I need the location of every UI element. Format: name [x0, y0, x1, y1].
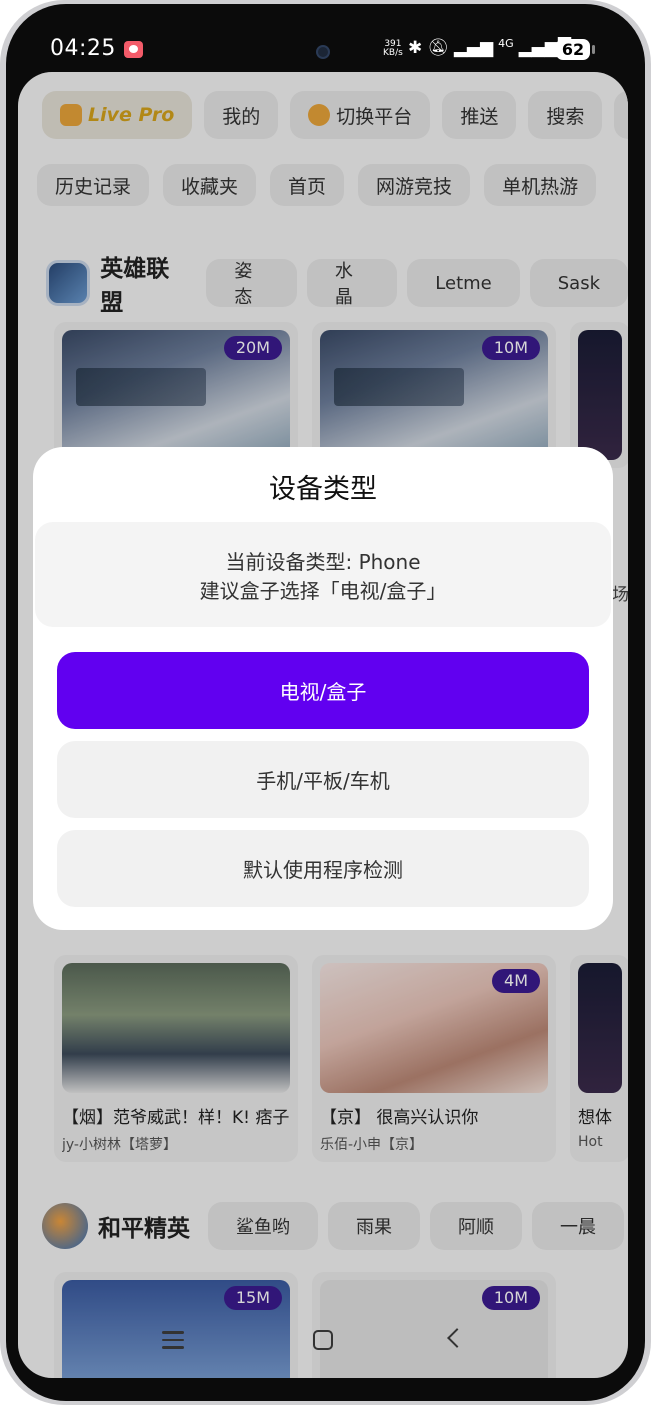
search-chip[interactable]: 搜索 — [528, 91, 603, 139]
stream-thumbnail — [62, 963, 290, 1093]
lol-tag-4[interactable]: Sask — [529, 259, 628, 307]
streamer-name: Hot — [578, 1134, 603, 1150]
pubg-cards: 15M 10M — [54, 1272, 556, 1378]
stream-card[interactable]: 想体 Hot — [570, 955, 628, 1162]
live-pro-label: Live Pro — [88, 104, 175, 126]
category-online-games[interactable]: 网游竞技 — [358, 164, 471, 206]
dialog-title: 设备类型 — [269, 474, 377, 505]
battery-indicator: 62 — [556, 39, 595, 60]
streamer-name: 乐佰-小申【京】 — [320, 1137, 424, 1153]
notification-app-icon — [124, 41, 143, 58]
category-home[interactable]: 首页 — [270, 164, 345, 206]
stream-title: 【京】 很高兴认识你 — [320, 1108, 479, 1128]
push-chip[interactable]: 推送 — [442, 91, 517, 139]
bluetooth-icon: ✱ — [408, 38, 423, 58]
pubg-tag-4[interactable]: 一晨 — [532, 1202, 624, 1250]
viewer-badge: 10M — [481, 336, 540, 360]
option-phone-tablet-car-button[interactable]: 手机/平板/车机 — [57, 741, 589, 818]
net-speed-unit: KB/s — [383, 48, 403, 58]
category-favorites[interactable]: 收藏夹 — [163, 164, 257, 206]
stream-title: 想体 — [578, 1108, 612, 1128]
lol-logo-icon — [46, 260, 91, 306]
device-type-dialog: 设备类型 当前设备类型: Phone 建议盒子选择「电视/盒子」 电视/盒子 手… — [33, 447, 613, 930]
category-single-games[interactable]: 单机热游 — [484, 164, 597, 206]
option-tv-box-button[interactable]: 电视/盒子 — [57, 652, 589, 729]
stream-card[interactable]: 15M — [54, 1272, 298, 1378]
option-auto-detect-button[interactable]: 默认使用程序检测 — [57, 830, 589, 907]
network-type: 4G — [498, 36, 514, 50]
pubg-logo-icon — [42, 1203, 88, 1249]
stream-thumbnail: 10M — [320, 1280, 548, 1378]
entertainment-cards: 【烟】范爷威武！样！K! 痞子 jy-小树林【塔萝】 4M 【京】 很高兴认识你… — [54, 955, 628, 1162]
switch-platform-label: 切换平台 — [336, 105, 413, 128]
stream-title: 【烟】范爷威武！样！K! 痞子 — [62, 1108, 290, 1128]
net-speed: 391 KB/s — [383, 40, 403, 58]
pubg-section-title: 和平精英 — [98, 1216, 190, 1242]
streamer-name: jy-小树林【塔萝】 — [62, 1137, 177, 1153]
switch-platform-chip[interactable]: 切换平台 — [290, 91, 431, 139]
stream-thumbnail: 15M — [62, 1280, 290, 1378]
status-time: 04:25 — [50, 36, 116, 61]
lol-section-title: 英雄联盟 — [100, 256, 170, 316]
viewer-badge: 4M — [492, 969, 540, 993]
dialog-message-line1: 当前设备类型: Phone — [225, 550, 421, 574]
recent-apps-button[interactable] — [162, 1331, 184, 1349]
crown-icon — [60, 104, 82, 126]
dialog-message-line2: 建议盒子选择「电视/盒子」 — [199, 579, 447, 603]
front-camera — [316, 45, 330, 59]
stream-thumbnail — [578, 963, 622, 1093]
pubg-tag-2[interactable]: 雨果 — [328, 1202, 420, 1250]
viewer-badge: 20M — [223, 336, 282, 360]
viewer-badge: 15M — [223, 1286, 282, 1310]
dialog-message: 当前设备类型: Phone 建议盒子选择「电视/盒子」 — [35, 522, 611, 627]
category-row: 历史记录 收藏夹 首页 网游竞技 单机热游 — [37, 164, 597, 206]
signal-icon: ▂▄▆ — [453, 38, 494, 58]
top-chip-row: Live Pro 我的 切换平台 推送 搜索 · — [42, 91, 628, 139]
more-chip[interactable]: · — [614, 91, 628, 139]
stream-thumbnail: 4M — [320, 963, 548, 1093]
status-bar: 04:25 391 KB/s ✱ 🔕︎ ▂▄▆ 4G ▂▄▆█ ◔ 62 — [0, 0, 651, 72]
lol-tag-3[interactable]: Letme — [407, 259, 520, 307]
viewer-badge: 10M — [481, 1286, 540, 1310]
lol-section-header: 英雄联盟 姿态 水晶 Letme Sask — [46, 249, 628, 317]
stream-card[interactable]: 4M 【京】 很高兴认识你 乐佰-小申【京】 — [312, 955, 556, 1162]
pubg-tag-3[interactable]: 阿顺 — [430, 1202, 522, 1250]
side-hint: 场 — [612, 585, 628, 605]
platform-icon — [308, 104, 331, 126]
stream-thumbnail: 10M — [320, 330, 548, 460]
lol-tag-1[interactable]: 姿态 — [206, 259, 297, 308]
category-history[interactable]: 历史记录 — [37, 164, 150, 206]
live-pro-chip[interactable]: Live Pro — [42, 91, 193, 139]
stream-card[interactable]: 10M — [312, 1272, 556, 1378]
pubg-tag-1[interactable]: 鲨鱼哟 — [208, 1202, 318, 1250]
stream-card[interactable]: 【烟】范爷威武！样！K! 痞子 jy-小树林【塔萝】 — [54, 955, 298, 1162]
home-button[interactable] — [313, 1330, 333, 1350]
stream-thumbnail — [578, 330, 622, 460]
lol-tag-2[interactable]: 水晶 — [306, 259, 398, 308]
mute-icon: 🔕︎ — [427, 38, 449, 58]
stream-thumbnail: 20M — [62, 330, 290, 460]
mine-chip[interactable]: 我的 — [204, 91, 279, 139]
pubg-section-header: 和平精英 鲨鱼哟 雨果 阿顺 一晨 — [42, 1202, 624, 1250]
